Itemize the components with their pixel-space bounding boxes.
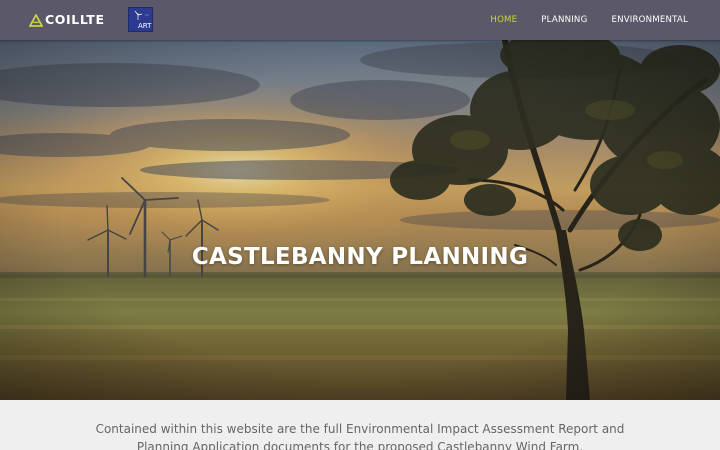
art-logo[interactable]: ART: [128, 7, 153, 32]
intro-section: Contained within this website are the fu…: [0, 400, 720, 450]
hero-title: CASTLEBANNY PLANNING: [191, 244, 529, 270]
coillte-wordmark: COILLTE: [45, 12, 105, 27]
triangle-logo-icon: [29, 13, 43, 27]
coillte-logo[interactable]: COILLTE: [29, 11, 105, 29]
site-header: COILLTE ART HOME PLANNING ENVIRONMENTAL: [0, 0, 720, 40]
intro-text: Contained within this website are the fu…: [95, 422, 625, 450]
nav-planning[interactable]: PLANNING: [541, 15, 587, 25]
hero-background-image: [0, 40, 720, 400]
nav-environmental[interactable]: ENVIRONMENTAL: [611, 15, 688, 25]
hero-banner: CASTLEBANNY PLANNING: [0, 40, 720, 400]
main-nav: HOME PLANNING ENVIRONMENTAL: [466, 0, 688, 40]
nav-home[interactable]: HOME: [490, 15, 517, 25]
art-wordmark: ART: [138, 22, 152, 30]
